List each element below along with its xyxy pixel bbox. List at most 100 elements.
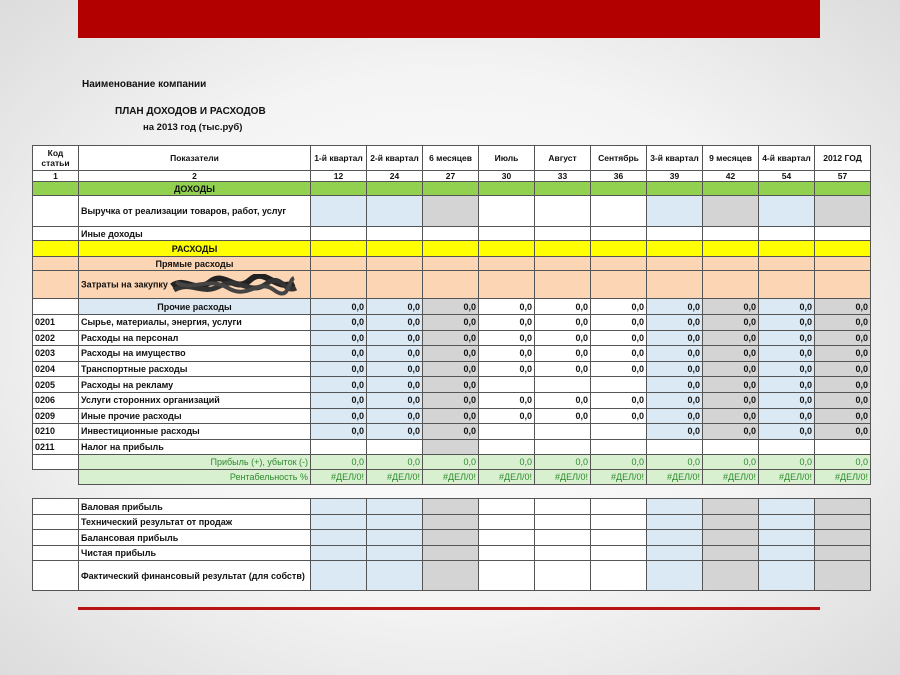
expense-0201-9[interactable]: 0,0 [758, 314, 815, 331]
expense-0203-10[interactable]: 0,0 [814, 345, 871, 362]
profitability-10[interactable]: #ДЕЛ/0! [814, 469, 871, 486]
expenses-section-4[interactable] [478, 240, 535, 257]
other-income-3[interactable] [422, 226, 479, 241]
direct-expenses-2[interactable] [366, 256, 423, 271]
expense-0202-6[interactable]: 0,0 [590, 329, 647, 347]
purchase-costs-8[interactable] [702, 270, 759, 299]
revenue-1[interactable] [310, 195, 367, 227]
summary-5-6[interactable] [590, 560, 647, 592]
expense-0201-8[interactable]: 0,0 [702, 314, 759, 331]
summary-3-2[interactable] [366, 529, 423, 547]
purchase-costs-6[interactable] [590, 270, 647, 299]
expense-0210-1[interactable]: 0,0 [310, 423, 367, 440]
summary-2-8[interactable] [702, 514, 759, 531]
other-income-6[interactable] [590, 226, 647, 241]
expense-0209-9[interactable]: 0,0 [758, 407, 815, 425]
purchase-costs-5[interactable] [534, 270, 591, 299]
expense-0202-10[interactable]: 0,0 [814, 329, 871, 347]
revenue-10[interactable] [814, 195, 871, 227]
expense-0201-5[interactable]: 0,0 [534, 314, 591, 331]
expense-0211-3[interactable] [422, 438, 479, 456]
expense-0209-1[interactable]: 0,0 [310, 407, 367, 425]
expense-0206-4[interactable]: 0,0 [478, 391, 535, 409]
expense-0205-6[interactable] [590, 376, 647, 393]
summary-3-1[interactable] [310, 529, 367, 547]
expense-0205-9[interactable]: 0,0 [758, 376, 815, 393]
expense-0202-7[interactable]: 0,0 [646, 329, 703, 347]
other-expenses-10[interactable]: 0,0 [814, 298, 871, 315]
expense-0201-7[interactable]: 0,0 [646, 314, 703, 331]
revenue-3[interactable] [422, 195, 479, 227]
expense-0203-9[interactable]: 0,0 [758, 345, 815, 362]
profitability-5[interactable]: #ДЕЛ/0! [534, 469, 591, 486]
expense-0206-1[interactable]: 0,0 [310, 391, 367, 409]
other-expenses-6[interactable]: 0,0 [590, 298, 647, 315]
summary-4-4[interactable] [478, 545, 535, 562]
profitability-6[interactable]: #ДЕЛ/0! [590, 469, 647, 486]
revenue-6[interactable] [590, 195, 647, 227]
expense-0209-7[interactable]: 0,0 [646, 407, 703, 425]
expenses-section-3[interactable] [422, 240, 479, 257]
expense-0209-4[interactable]: 0,0 [478, 407, 535, 425]
summary-3-6[interactable] [590, 529, 647, 547]
expenses-section-9[interactable] [758, 240, 815, 257]
income-section-5[interactable] [534, 181, 591, 196]
expense-0206-2[interactable]: 0,0 [366, 391, 423, 409]
summary-2-4[interactable] [478, 514, 535, 531]
summary-3-9[interactable] [758, 529, 815, 547]
expense-0203-5[interactable]: 0,0 [534, 345, 591, 362]
direct-expenses-7[interactable] [646, 256, 703, 271]
profit-3[interactable]: 0,0 [422, 454, 479, 471]
expense-0206-9[interactable]: 0,0 [758, 391, 815, 409]
income-section-8[interactable] [702, 181, 759, 196]
expense-0201-4[interactable]: 0,0 [478, 314, 535, 331]
other-expenses-2[interactable]: 0,0 [366, 298, 423, 315]
expense-0204-1[interactable]: 0,0 [310, 360, 367, 378]
summary-5-8[interactable] [702, 560, 759, 592]
summary-1-3[interactable] [422, 498, 479, 516]
summary-2-2[interactable] [366, 514, 423, 531]
expense-0210-4[interactable] [478, 423, 535, 440]
expense-0210-9[interactable]: 0,0 [758, 423, 815, 440]
revenue-5[interactable] [534, 195, 591, 227]
summary-1-7[interactable] [646, 498, 703, 516]
income-section-4[interactable] [478, 181, 535, 196]
expense-0206-7[interactable]: 0,0 [646, 391, 703, 409]
profitability-7[interactable]: #ДЕЛ/0! [646, 469, 703, 486]
other-income-2[interactable] [366, 226, 423, 241]
revenue-8[interactable] [702, 195, 759, 227]
expenses-section-1[interactable] [310, 240, 367, 257]
summary-4-5[interactable] [534, 545, 591, 562]
expense-0211-8[interactable] [702, 438, 759, 456]
summary-4-8[interactable] [702, 545, 759, 562]
direct-expenses-5[interactable] [534, 256, 591, 271]
profit-1[interactable]: 0,0 [310, 454, 367, 471]
other-income-1[interactable] [310, 226, 367, 241]
expense-0211-2[interactable] [366, 438, 423, 456]
summary-2-9[interactable] [758, 514, 815, 531]
other-expenses-1[interactable]: 0,0 [310, 298, 367, 315]
purchase-costs-1[interactable] [310, 270, 367, 299]
expense-0206-6[interactable]: 0,0 [590, 391, 647, 409]
expense-0204-2[interactable]: 0,0 [366, 360, 423, 378]
expense-0204-4[interactable]: 0,0 [478, 360, 535, 378]
summary-2-7[interactable] [646, 514, 703, 531]
direct-expenses-4[interactable] [478, 256, 535, 271]
expense-0206-3[interactable]: 0,0 [422, 391, 479, 409]
other-income-10[interactable] [814, 226, 871, 241]
expense-0210-3[interactable]: 0,0 [422, 423, 479, 440]
summary-4-9[interactable] [758, 545, 815, 562]
summary-3-3[interactable] [422, 529, 479, 547]
expense-0211-4[interactable] [478, 438, 535, 456]
summary-1-5[interactable] [534, 498, 591, 516]
purchase-costs-10[interactable] [814, 270, 871, 299]
expense-0204-3[interactable]: 0,0 [422, 360, 479, 378]
summary-5-4[interactable] [478, 560, 535, 592]
expenses-section-5[interactable] [534, 240, 591, 257]
income-section-2[interactable] [366, 181, 423, 196]
expense-0203-3[interactable]: 0,0 [422, 345, 479, 362]
expense-0210-7[interactable]: 0,0 [646, 423, 703, 440]
profitability-1[interactable]: #ДЕЛ/0! [310, 469, 367, 486]
other-expenses-7[interactable]: 0,0 [646, 298, 703, 315]
income-section-1[interactable] [310, 181, 367, 196]
